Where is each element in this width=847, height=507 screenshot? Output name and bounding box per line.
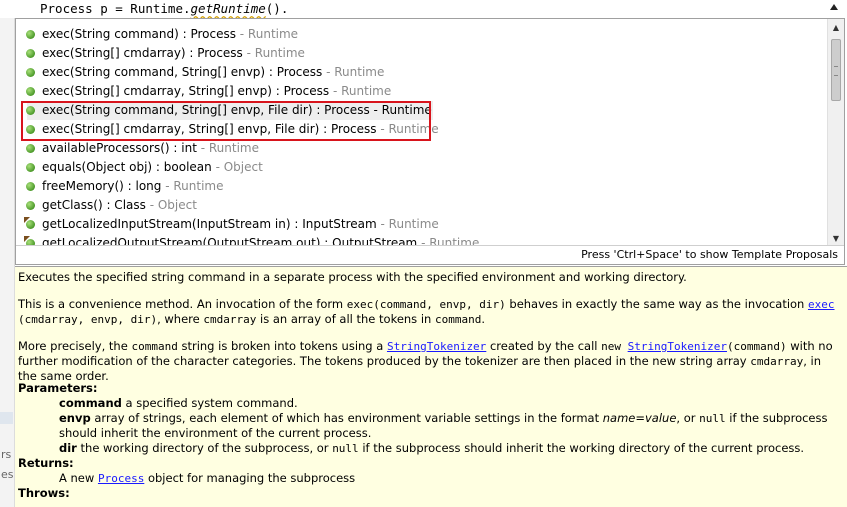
proposal-item[interactable]: freeMemory() : long - Runtime [16, 177, 224, 196]
scroll-thumb[interactable] [831, 39, 841, 101]
stringtokenizer-link-2[interactable]: StringTokenizer [628, 340, 727, 353]
editor-code-text: Process p = Runtime.getRuntime(). [40, 1, 288, 16]
proposal-declaring-type: - Runtime [235, 27, 299, 41]
template-proposals-hint: Press 'Ctrl+Space' to show Template Prop… [581, 248, 838, 261]
proposal-signature: exec(String[] cmdarray) : Process [42, 46, 243, 60]
doc-paragraph-convenience: This is a convenience method. An invocat… [18, 297, 835, 326]
proposal-signature: exec(String[] cmdarray, String[] envp, F… [42, 122, 377, 136]
code-suffix: (). [265, 1, 289, 16]
code-prefix: Process p = Runtime. [40, 1, 191, 16]
proposal-item[interactable]: exec(String command, String[] envp) : Pr… [16, 63, 384, 82]
deprecated-method-icon [26, 220, 35, 229]
javadoc-hover: Executes the specified string command in… [15, 266, 847, 507]
proposal-item[interactable]: equals(Object obj) : boolean - Object [16, 158, 263, 177]
proposal-item[interactable]: getClass() : Class - Object [16, 196, 197, 215]
public-method-icon [26, 68, 35, 77]
public-method-icon [26, 163, 35, 172]
proposal-signature: freeMemory() : long [42, 179, 162, 193]
content-assist-popup: exec(String command) : Process - Runtime… [15, 18, 845, 265]
proposal-item[interactable]: availableProcessors() : int - Runtime [16, 139, 259, 158]
public-method-icon [26, 201, 35, 210]
proposal-item[interactable]: getLocalizedInputStream(InputStream in) … [16, 215, 439, 234]
code-editor-line[interactable]: Process p = Runtime.getRuntime(). [0, 0, 847, 18]
param-command: command a specified system command. [59, 396, 298, 410]
proposal-item[interactable]: exec(String command, String[] envp, File… [26, 101, 433, 120]
doc-summary: Executes the specified string command in… [18, 270, 687, 284]
public-method-icon [26, 87, 35, 96]
param-envp: envp array of strings, each element of w… [59, 411, 828, 440]
proposal-signature: equals(Object obj) : boolean [42, 160, 212, 174]
process-link[interactable]: Process [98, 472, 144, 485]
exec-link[interactable]: exec [808, 298, 835, 311]
stringtokenizer-link[interactable]: StringTokenizer [387, 340, 486, 353]
proposal-item[interactable]: exec(String command) : Process - Runtime [16, 25, 298, 44]
proposal-status-bar: Press 'Ctrl+Space' to show Template Prop… [16, 245, 844, 264]
proposal-declaring-type: - Object [145, 198, 197, 212]
proposal-scrollbar[interactable]: ▲ ▼ [827, 19, 844, 247]
returns-text: A new Process object for managing the su… [59, 471, 356, 485]
proposal-declaring-type: - Runtime [242, 46, 305, 60]
proposal-declaring-type: - Runtime [161, 179, 224, 193]
gutter-text: rs [1, 448, 12, 461]
proposal-signature: getLocalizedInputStream(InputStream in) … [42, 217, 377, 231]
doc-paragraph-precisely: More precisely, the command string is br… [18, 339, 833, 383]
returns-heading: Returns: [18, 456, 74, 470]
proposal-declaring-type: - Runtime [376, 122, 439, 136]
proposal-declaring-type: - Runtime [196, 141, 259, 155]
param-dir: dir the working directory of the subproc… [59, 441, 805, 455]
proposal-declaring-type: - Object [211, 160, 263, 174]
public-method-icon [26, 144, 35, 153]
proposal-signature: exec(String[] cmdarray, String[] envp) :… [42, 84, 330, 98]
public-method-icon [26, 30, 35, 39]
proposal-signature: getClass() : Class [42, 198, 146, 212]
scroll-up-icon[interactable] [827, 0, 841, 14]
parameters-heading: Parameters: [18, 381, 98, 395]
proposal-declaring-type: - Runtime [322, 65, 385, 79]
public-method-icon [26, 106, 35, 115]
proposal-declaring-type: - Runtime [329, 84, 392, 98]
proposal-declaring-type: - Runtime [376, 217, 439, 231]
proposal-signature: exec(String command, String[] envp) : Pr… [42, 65, 323, 79]
public-method-icon [26, 182, 35, 191]
proposal-signature: availableProcessors() : int [42, 141, 197, 155]
proposal-signature: exec(String command) : Process [42, 27, 236, 41]
gutter-marker [0, 412, 13, 424]
proposal-declaring-type: - Runtime [369, 103, 432, 117]
proposal-signature: exec(String command, String[] envp, File… [42, 103, 370, 117]
proposal-item[interactable]: exec(String[] cmdarray, String[] envp) :… [16, 82, 391, 101]
throws-heading: Throws: [18, 486, 70, 500]
scroll-up-arrow-icon[interactable]: ▲ [828, 19, 844, 36]
gutter-text: es [1, 468, 14, 481]
public-method-icon [26, 125, 35, 134]
editor-left-gutter: rs es [0, 0, 15, 507]
proposal-item[interactable]: exec(String[] cmdarray) : Process - Runt… [16, 44, 305, 63]
code-method: getRuntime [190, 1, 266, 16]
public-method-icon [26, 49, 35, 58]
proposal-list[interactable]: exec(String command) : Process - Runtime… [16, 19, 827, 247]
proposal-item[interactable]: exec(String[] cmdarray, String[] envp, F… [16, 120, 439, 139]
